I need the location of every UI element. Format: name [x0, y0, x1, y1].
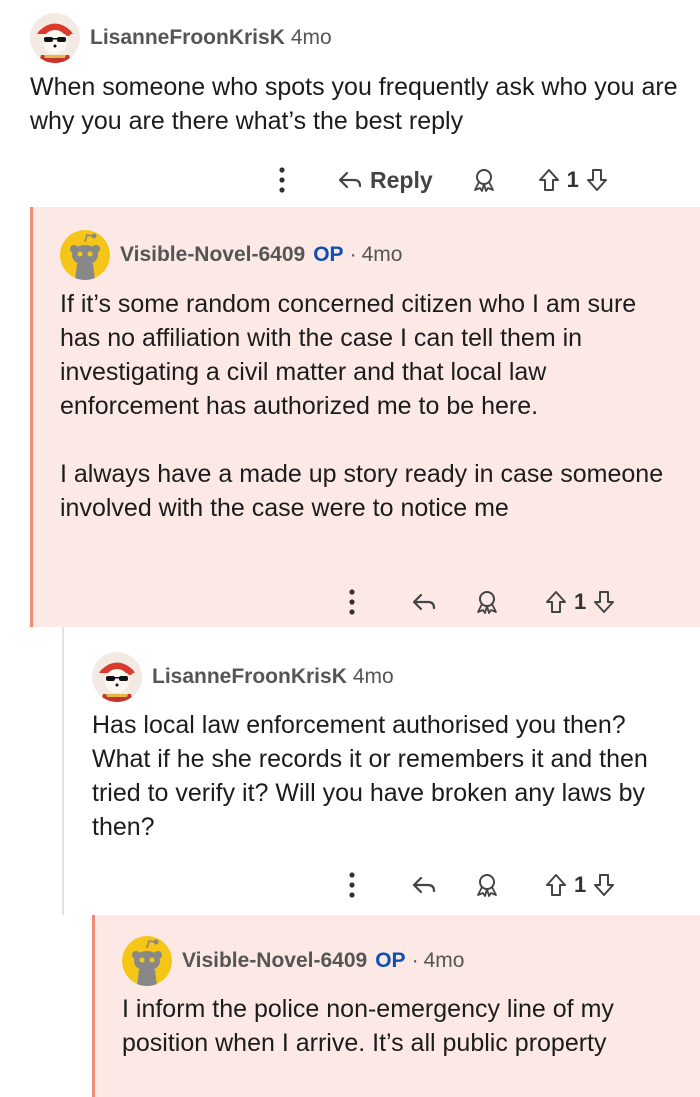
- comment-body: If it’s some random concerned citizen wh…: [60, 287, 680, 525]
- snoo-avatar[interactable]: [122, 936, 172, 986]
- downvote-icon[interactable]: [592, 589, 616, 615]
- timestamp: 4mo: [423, 949, 465, 972]
- op-badge: OP: [313, 243, 344, 266]
- thread-line: [30, 207, 33, 627]
- timestamp: 4mo: [290, 26, 332, 49]
- separator: ·: [349, 243, 357, 266]
- reply-button[interactable]: Reply: [338, 167, 433, 194]
- comment-header: Visible-Novel-6409 OP · 4mo: [60, 230, 403, 280]
- comment-header: LisanneFroonKrisK 4mo: [30, 13, 332, 63]
- upvote-icon[interactable]: [544, 872, 568, 898]
- reply-label: Reply: [370, 166, 433, 193]
- comment-paragraph: If it’s some random concerned citizen wh…: [60, 290, 637, 420]
- comment-body: Has local law enforcement authorised you…: [92, 708, 682, 844]
- comment-header: Visible-Novel-6409 OP · 4mo: [122, 936, 465, 986]
- snoo-avatar[interactable]: [60, 230, 110, 280]
- reply-icon: [338, 170, 362, 190]
- comment-body: When someone who spots you frequently as…: [30, 70, 680, 138]
- bear-avatar[interactable]: [92, 652, 142, 702]
- comment-2: Visible-Novel-6409 OP · 4mo If it’s some…: [30, 207, 700, 627]
- thread-line: [62, 627, 64, 915]
- upvote-icon[interactable]: [537, 167, 561, 193]
- award-icon[interactable]: [474, 589, 500, 615]
- comment-actions: Reply 1: [270, 162, 670, 198]
- username-link[interactable]: Visible-Novel-6409: [120, 243, 305, 267]
- comment-paragraph: I always have a made up story ready in c…: [60, 460, 664, 522]
- reply-icon[interactable]: [412, 875, 436, 895]
- username-link[interactable]: LisanneFroonKrisK: [152, 665, 347, 689]
- comment-1: LisanneFroonKrisK 4mo When someone who s…: [0, 0, 700, 205]
- comment-actions: 1: [340, 867, 680, 903]
- more-options-icon[interactable]: [340, 588, 364, 616]
- separator: ·: [411, 949, 419, 972]
- upvote-icon[interactable]: [544, 589, 568, 615]
- award-icon[interactable]: [474, 872, 500, 898]
- comment-text: I inform the police non-emergency line o…: [122, 995, 614, 1057]
- timestamp: 4mo: [361, 243, 403, 266]
- award-icon[interactable]: [471, 167, 497, 193]
- downvote-icon[interactable]: [585, 167, 609, 193]
- timestamp: 4mo: [352, 665, 394, 688]
- vote-count: 1: [574, 589, 587, 614]
- more-options-icon[interactable]: [340, 871, 364, 899]
- reply-icon[interactable]: [412, 592, 436, 612]
- more-options-icon[interactable]: [270, 166, 294, 194]
- username-link[interactable]: Visible-Novel-6409: [182, 949, 367, 973]
- op-badge: OP: [375, 949, 406, 972]
- bear-avatar[interactable]: [30, 13, 80, 63]
- comment-actions: 1: [340, 584, 680, 620]
- comment-text: When someone who spots you frequently as…: [30, 73, 678, 135]
- comment-body: I inform the police non-emergency line o…: [122, 992, 682, 1060]
- vote-count: 1: [574, 872, 587, 897]
- comment-text: Has local law enforcement authorised you…: [92, 711, 648, 841]
- comment-3: LisanneFroonKrisK 4mo Has local law enfo…: [62, 627, 700, 915]
- downvote-icon[interactable]: [592, 872, 616, 898]
- thread-line: [92, 915, 95, 1097]
- vote-count: 1: [566, 167, 579, 192]
- username-link[interactable]: LisanneFroonKrisK: [90, 26, 285, 50]
- comment-header: LisanneFroonKrisK 4mo: [92, 652, 394, 702]
- comment-4: Visible-Novel-6409 OP · 4mo I inform the…: [92, 915, 700, 1097]
